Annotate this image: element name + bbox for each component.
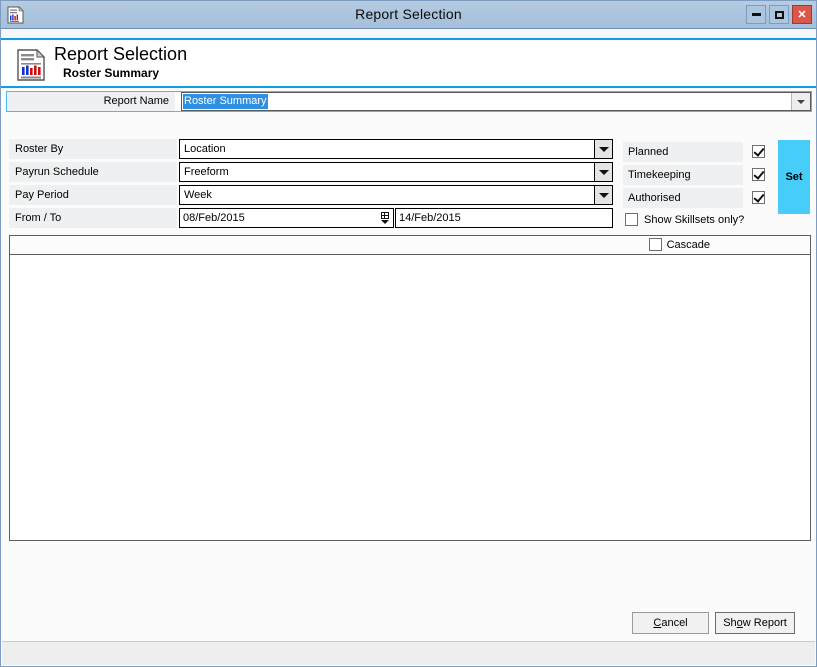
chevron-down-icon[interactable] bbox=[594, 140, 612, 158]
option-row-planned: Planned bbox=[623, 142, 768, 162]
page-subtitle: Roster Summary bbox=[63, 66, 160, 80]
show-skillsets-label: Show Skillsets only? bbox=[644, 213, 745, 226]
pay-period-value: Week bbox=[184, 189, 212, 201]
grid-header: Cascade bbox=[10, 236, 810, 255]
from-to-label: From / To bbox=[9, 208, 177, 228]
minimize-button[interactable] bbox=[746, 5, 766, 24]
grid-body[interactable] bbox=[10, 255, 810, 540]
results-grid: Cascade bbox=[9, 235, 811, 541]
payrun-schedule-value: Freeform bbox=[184, 166, 229, 178]
status-bar bbox=[2, 641, 815, 665]
minimize-icon bbox=[751, 13, 761, 16]
planned-label: Planned bbox=[623, 142, 743, 162]
field-row-from-to: From / To 08/Feb/2015 14/Feb/2015 bbox=[1, 208, 621, 228]
show-report-pre: Sh bbox=[723, 617, 737, 629]
payrun-schedule-label: Payrun Schedule bbox=[9, 162, 177, 182]
show-skillsets-checkbox[interactable] bbox=[625, 213, 638, 226]
report-document-chart-icon bbox=[17, 48, 46, 81]
show-report-button[interactable]: Sh o w Report bbox=[715, 612, 795, 634]
authorised-checkbox[interactable] bbox=[752, 191, 765, 204]
show-report-label: w Report bbox=[742, 617, 787, 629]
chevron-down-icon[interactable] bbox=[791, 93, 810, 110]
chevron-down-icon[interactable] bbox=[594, 186, 612, 204]
payrun-schedule-combo[interactable]: Freeform bbox=[179, 162, 613, 182]
cascade-header-cell[interactable]: Cascade bbox=[648, 238, 710, 251]
cancel-label: ancel bbox=[661, 617, 688, 629]
timekeeping-checkbox[interactable] bbox=[752, 168, 765, 181]
report-name-combo[interactable]: Roster Summary bbox=[181, 92, 811, 111]
pay-period-label: Pay Period bbox=[9, 185, 177, 205]
from-date-value: 08/Feb/2015 bbox=[183, 212, 245, 224]
report-selection-window: Report Selection ✕ Report Selection Rost… bbox=[0, 0, 817, 667]
report-name-row: Report Name Roster Summary bbox=[6, 91, 812, 112]
to-date-field[interactable]: 14/Feb/2015 bbox=[395, 208, 613, 228]
report-name-value[interactable]: Roster Summary bbox=[183, 94, 268, 109]
cascade-checkbox[interactable] bbox=[648, 238, 662, 251]
cascade-label: Cascade bbox=[666, 238, 710, 251]
option-row-authorised: Authorised bbox=[623, 188, 768, 208]
field-row-pay-period: Pay Period Week bbox=[1, 185, 621, 205]
field-row-roster-by: Roster By Location bbox=[1, 139, 621, 159]
page-title: Report Selection bbox=[54, 44, 188, 64]
cancel-accel: C bbox=[653, 617, 662, 629]
chevron-down-icon[interactable] bbox=[594, 163, 612, 181]
calendar-spinner-icon[interactable] bbox=[378, 210, 391, 226]
roster-by-label: Roster By bbox=[9, 139, 177, 159]
close-button[interactable]: ✕ bbox=[792, 5, 812, 24]
pay-period-combo[interactable]: Week bbox=[179, 185, 613, 205]
cancel-button[interactable]: Cancel bbox=[632, 612, 709, 634]
show-skillsets-row[interactable]: Show Skillsets only? bbox=[625, 213, 744, 226]
roster-by-value: Location bbox=[184, 143, 226, 155]
timekeeping-label: Timekeeping bbox=[623, 165, 743, 185]
from-date-field[interactable]: 08/Feb/2015 bbox=[179, 208, 394, 228]
roster-by-combo[interactable]: Location bbox=[179, 139, 613, 159]
to-date-value: 14/Feb/2015 bbox=[399, 212, 461, 224]
toolbar-strip bbox=[1, 29, 816, 40]
maximize-button[interactable] bbox=[769, 5, 789, 24]
maximize-icon bbox=[774, 10, 784, 19]
option-row-timekeeping: Timekeeping bbox=[623, 165, 768, 185]
report-name-label: Report Name bbox=[7, 92, 175, 111]
window-title: Report Selection bbox=[355, 6, 462, 22]
page-header: Report Selection Roster Summary bbox=[1, 42, 816, 88]
field-row-payrun-schedule: Payrun Schedule Freeform bbox=[1, 162, 621, 182]
window-controls: ✕ bbox=[746, 5, 812, 24]
set-button[interactable]: Set bbox=[778, 140, 810, 214]
title-bar[interactable]: Report Selection ✕ bbox=[1, 1, 816, 29]
planned-checkbox[interactable] bbox=[752, 145, 765, 158]
authorised-label: Authorised bbox=[623, 188, 743, 208]
